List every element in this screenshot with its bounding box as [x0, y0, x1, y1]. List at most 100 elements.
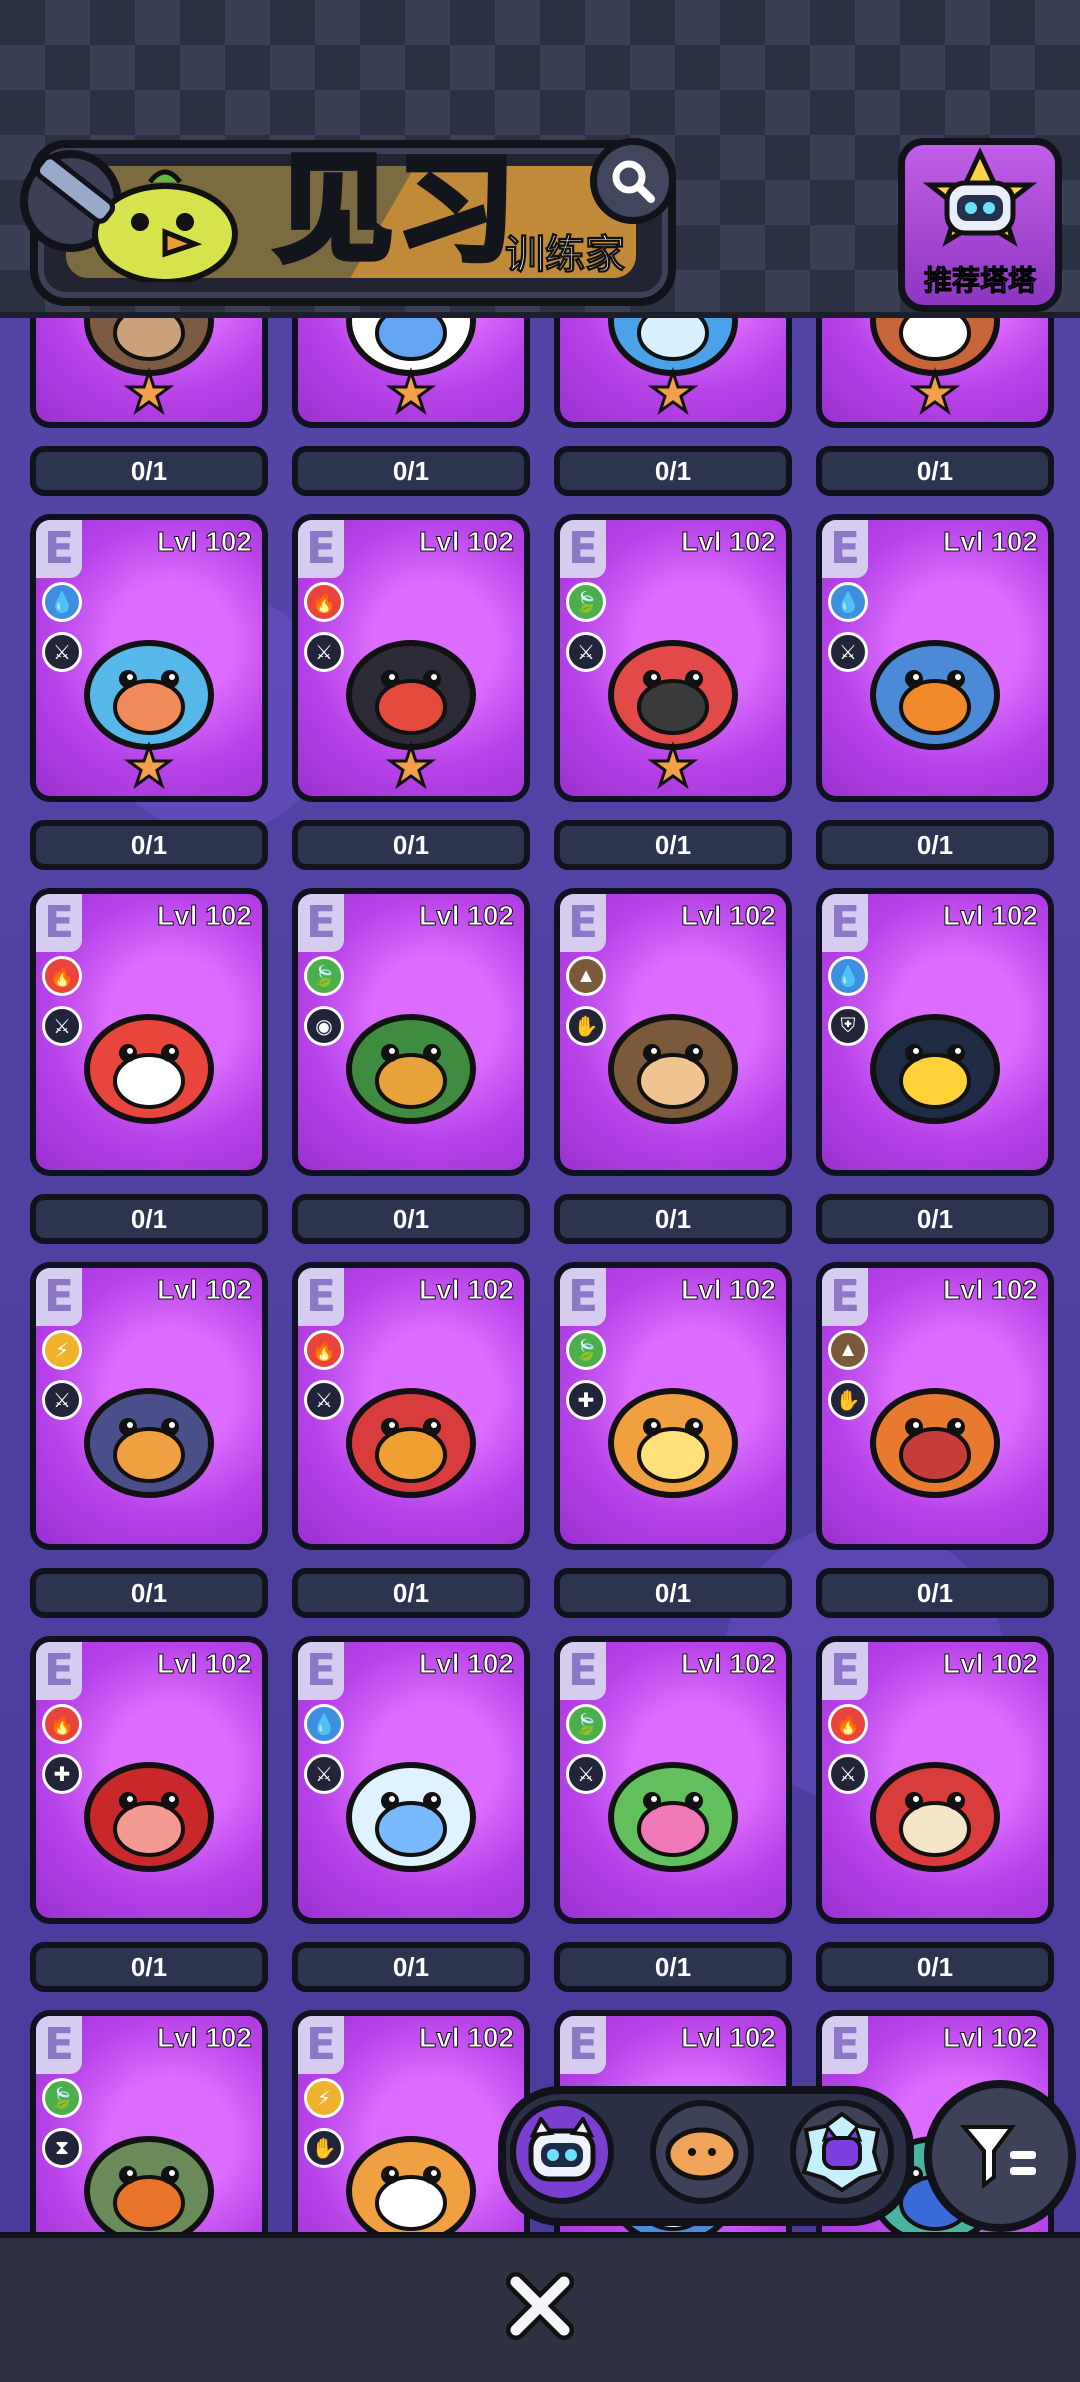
creature-card[interactable]: E Lvl 102 🍃 ◉ — [292, 888, 530, 1176]
creature-card[interactable]: ★ — [554, 312, 792, 428]
rarity-badge: E — [560, 1642, 606, 1700]
grass-element-icon: 🍃 — [566, 582, 606, 622]
robot-star-icon — [922, 147, 1038, 247]
support-role-icon: ✋ — [828, 1380, 868, 1420]
grass-element-icon: 🍃 — [42, 2078, 82, 2118]
rarity-badge: E — [560, 894, 606, 952]
creature-icon — [84, 1014, 214, 1125]
creature-card[interactable]: ★ — [816, 312, 1054, 428]
level-label: Lvl 102 — [419, 1274, 515, 1306]
search-button[interactable] — [590, 138, 676, 224]
level-label: Lvl 102 — [419, 2022, 515, 2054]
level-label: Lvl 102 — [157, 2022, 253, 2054]
fire-element-icon: 🔥 — [304, 582, 344, 622]
collection-count: 0/1 — [816, 1194, 1054, 1244]
recommend-button[interactable]: 推荐塔塔 — [898, 138, 1062, 312]
level-label: Lvl 102 — [419, 526, 515, 558]
creature-card[interactable]: E Lvl 102 🔥 ⚔ — [816, 1636, 1054, 1924]
level-label: Lvl 102 — [681, 526, 777, 558]
collection-count: 0/1 — [554, 1942, 792, 1992]
blue-cat-icon — [528, 2117, 596, 2182]
heal-role-icon: ✚ — [42, 1754, 82, 1794]
rarity-badge: E — [298, 894, 344, 952]
rarity-badge: E — [36, 1642, 82, 1700]
water-element-icon: 💧 — [828, 956, 868, 996]
attack-role-icon: ⚔ — [304, 1754, 344, 1794]
rarity-badge: E — [560, 2016, 606, 2074]
level-label: Lvl 102 — [681, 900, 777, 932]
rarity-badge: E — [822, 1268, 868, 1326]
collection-count: 0/1 — [554, 1194, 792, 1244]
creature-card[interactable]: ★ — [30, 312, 268, 428]
fire-element-icon: 🔥 — [42, 1704, 82, 1744]
creature-icon — [346, 1014, 476, 1125]
creature-icon — [346, 1762, 476, 1873]
creature-card[interactable]: E Lvl 102 ▲ ✋ — [816, 1262, 1054, 1550]
trainer-title: 见习 — [272, 140, 520, 278]
creature-card[interactable]: E Lvl 102 🔥 ⚔ — [292, 1262, 530, 1550]
creature-icon — [608, 1762, 738, 1873]
blue-cat-filter-button[interactable] — [510, 2100, 614, 2204]
collection-count: 0/1 — [30, 446, 268, 496]
creature-icon — [870, 1014, 1000, 1125]
level-label: Lvl 102 — [943, 1648, 1039, 1680]
rarity-badge: E — [36, 2016, 82, 2074]
creature-card[interactable]: E Lvl 102 💧 ⚔ — [292, 1636, 530, 1924]
creature-card[interactable]: E Lvl 102 💧 ⛨ — [816, 888, 1054, 1176]
creature-card[interactable]: E Lvl 102 💧 ⚔ ★ — [30, 514, 268, 802]
rarity-badge: E — [298, 1642, 344, 1700]
rarity-badge: E — [560, 1268, 606, 1326]
attack-role-icon: ⚔ — [828, 632, 868, 672]
heal-role-icon: ✚ — [566, 1380, 606, 1420]
close-icon — [506, 2272, 574, 2340]
eye-role-icon: ◉ — [304, 1006, 344, 1046]
creature-card[interactable]: E Lvl 102 ⚡ ⚔ — [30, 1262, 268, 1550]
creature-icon — [870, 640, 1000, 751]
fire-element-icon: 🔥 — [42, 956, 82, 996]
team-filter-bar — [498, 2086, 914, 2226]
rarity-badge: E — [298, 2016, 344, 2074]
rarity-badge: E — [36, 1268, 82, 1326]
level-label: Lvl 102 — [157, 1648, 253, 1680]
star-icon: ★ — [647, 363, 698, 422]
purple-cat-icon — [801, 2111, 883, 2193]
creature-icon — [346, 1388, 476, 1499]
creature-card[interactable]: E Lvl 102 🔥 ✚ — [30, 1636, 268, 1924]
collection-count: 0/1 — [292, 1568, 530, 1618]
level-label: Lvl 102 — [681, 2022, 777, 2054]
level-label: Lvl 102 — [943, 1274, 1039, 1306]
collection-count: 0/1 — [816, 1942, 1054, 1992]
creature-card[interactable]: ★ — [292, 312, 530, 428]
creature-icon — [84, 1388, 214, 1499]
water-element-icon: 💧 — [828, 582, 868, 622]
creature-card[interactable]: E Lvl 102 ▲ ✋ — [554, 888, 792, 1176]
level-label: Lvl 102 — [681, 1274, 777, 1306]
creature-card[interactable]: E Lvl 102 💧 ⚔ — [816, 514, 1054, 802]
creature-card[interactable]: E Lvl 102 🍃 ⚔ ★ — [554, 514, 792, 802]
filter-icon — [960, 2125, 1036, 2190]
creature-card[interactable]: E Lvl 102 🍃 ✚ — [554, 1262, 792, 1550]
rarity-badge: E — [36, 520, 82, 578]
grass-element-icon: 🍃 — [566, 1704, 606, 1744]
bread-icon — [665, 2127, 739, 2181]
filter-button[interactable] — [924, 2080, 1076, 2232]
creature-card[interactable]: E Lvl 102 🔥 ⚔ ★ — [292, 514, 530, 802]
star-icon: ★ — [123, 737, 174, 796]
level-label: Lvl 102 — [943, 2022, 1039, 2054]
close-button[interactable] — [500, 2266, 580, 2346]
star-icon: ★ — [385, 737, 436, 796]
creature-card[interactable]: E Lvl 102 🍃 ⧗ — [30, 2010, 268, 2232]
creature-card[interactable]: E Lvl 102 🍃 ⚔ — [554, 1636, 792, 1924]
fire-element-icon: 🔥 — [828, 1704, 868, 1744]
level-label: Lvl 102 — [419, 900, 515, 932]
creature-card[interactable]: E Lvl 102 ⚡ ✋ — [292, 2010, 530, 2232]
creature-card[interactable]: E Lvl 102 🔥 ⚔ — [30, 888, 268, 1176]
earth-element-icon: ▲ — [566, 956, 606, 996]
attack-role-icon: ⚔ — [566, 1754, 606, 1794]
purple-cat-filter-button[interactable] — [790, 2100, 894, 2204]
level-label: Lvl 102 — [943, 900, 1039, 932]
collection-count: 0/1 — [30, 1942, 268, 1992]
bread-filter-button[interactable] — [650, 2100, 754, 2204]
collection-count: 0/1 — [554, 446, 792, 496]
collection-count: 0/1 — [30, 820, 268, 870]
